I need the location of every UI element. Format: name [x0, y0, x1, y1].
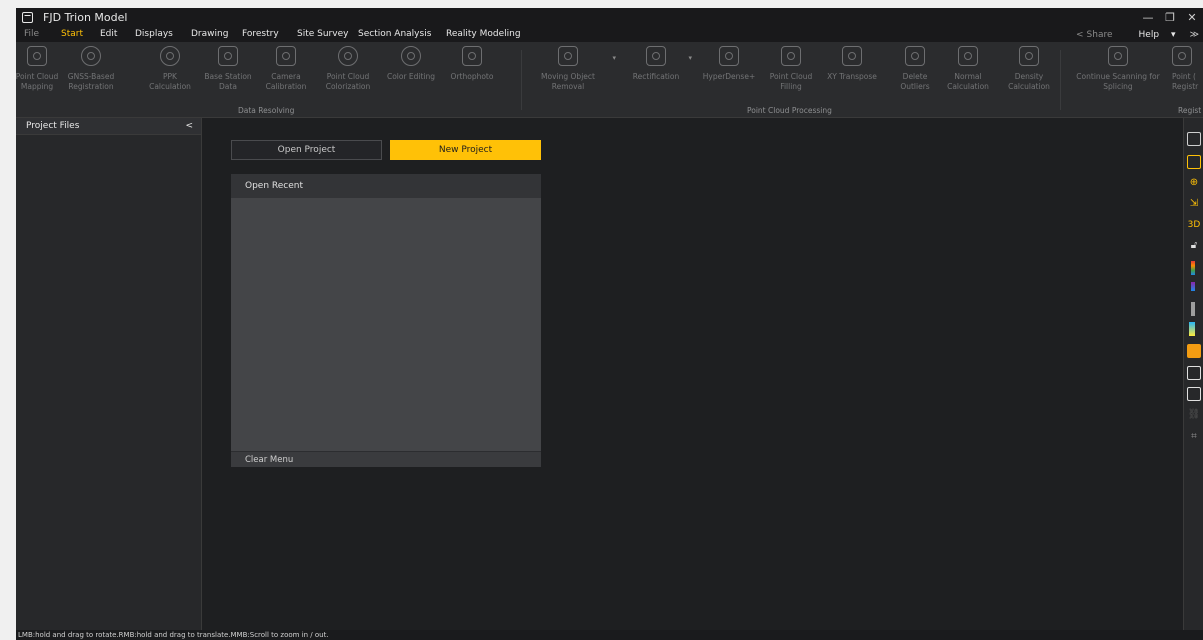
- collapse-ribbon-icon[interactable]: ≫: [1190, 30, 1199, 40]
- menu-bar: File Start Edit Displays Drawing Forestr…: [16, 27, 1203, 42]
- cube-solid-icon[interactable]: [1187, 344, 1201, 358]
- mapping-icon: [27, 46, 47, 66]
- group-point-cloud-processing: Point Cloud Processing: [747, 106, 832, 115]
- hyperdense-button[interactable]: HyperDense+: [701, 46, 757, 82]
- menu-file[interactable]: File: [24, 27, 39, 42]
- share-icon[interactable]: <: [1076, 30, 1084, 40]
- camera-calibration-button[interactable]: Camera Calibration: [258, 46, 314, 92]
- open-recent-panel: Open Recent Clear Menu: [231, 174, 541, 467]
- ppk-icon: [160, 46, 180, 66]
- project-files-panel: Project Files <: [16, 118, 202, 630]
- density-calculation-button[interactable]: Density Calculation: [1001, 46, 1057, 92]
- app-window: FJD Trion Model — ❐ ✕ File Start Edit Di…: [16, 8, 1203, 640]
- palette-icon: [338, 46, 358, 66]
- start-page: Open Project New Project Open Recent Cle…: [203, 118, 1183, 630]
- window-controls: — ❐ ✕: [1137, 8, 1203, 27]
- menu-start[interactable]: Start: [61, 27, 83, 42]
- target-icon: [646, 46, 666, 66]
- open-project-button[interactable]: Open Project: [231, 140, 382, 160]
- fit-view-icon[interactable]: [1187, 132, 1201, 146]
- density-icon: [1019, 46, 1039, 66]
- orthophoto-button[interactable]: Orthophoto: [444, 46, 500, 82]
- gnss-registration-button[interactable]: GNSS-Based Registration: [63, 46, 119, 92]
- point-cloud-filling-button[interactable]: Point Cloud Filling: [763, 46, 819, 92]
- group-registration: Regist: [1178, 106, 1202, 115]
- cube-split-icon[interactable]: [1187, 387, 1201, 401]
- view-box-icon[interactable]: [1187, 155, 1201, 169]
- rectification-button[interactable]: Rectification ▾: [628, 46, 692, 82]
- menu-drawing[interactable]: Drawing: [191, 27, 228, 42]
- help-menu[interactable]: Help: [1139, 30, 1160, 40]
- crop-icon[interactable]: ⌗: [1187, 430, 1201, 444]
- orthophoto-icon: [462, 46, 482, 66]
- dense-icon: [719, 46, 739, 66]
- menu-forestry[interactable]: Forestry: [242, 27, 279, 42]
- outliers-icon: [905, 46, 925, 66]
- xy-transpose-button[interactable]: XY Transpose: [824, 46, 880, 82]
- continue-scanning-button[interactable]: Continue Scanning for Splicing: [1074, 46, 1162, 92]
- right-toolbar: ⊕ ⇲ 3D 🔓︎ ⛓ ⌗: [1183, 118, 1203, 630]
- transpose-icon: [842, 46, 862, 66]
- intensity-icon[interactable]: [1191, 302, 1195, 316]
- splice-icon: [1108, 46, 1128, 66]
- cube-wire-icon[interactable]: [1187, 366, 1201, 380]
- minimize-button[interactable]: —: [1137, 8, 1159, 27]
- project-files-header: Project Files <: [16, 118, 201, 135]
- status-bar: LMB:hold and drag to rotate.RMB:hold and…: [16, 630, 1203, 640]
- time-color-icon[interactable]: [1189, 322, 1195, 336]
- delete-outliers-button[interactable]: Delete Outliers: [887, 46, 943, 92]
- normal-calculation-button[interactable]: Normal Calculation: [940, 46, 996, 92]
- help-dropdown-icon[interactable]: ▾: [1171, 30, 1176, 40]
- 3d-view-icon[interactable]: 3D: [1187, 218, 1201, 232]
- color-edit-icon: [401, 46, 421, 66]
- camera-icon: [276, 46, 296, 66]
- collapse-panel-icon[interactable]: <: [185, 121, 193, 131]
- gnss-icon: [81, 46, 101, 66]
- color-ramp-icon[interactable]: [1191, 261, 1195, 275]
- orbit-icon[interactable]: ⊕: [1187, 176, 1201, 190]
- close-button[interactable]: ✕: [1181, 8, 1203, 27]
- point-cloud-mapping-button[interactable]: Point Cloud Mapping: [16, 46, 65, 92]
- registration-icon: [1172, 46, 1192, 66]
- menu-edit[interactable]: Edit: [100, 27, 117, 42]
- base-station-data-button[interactable]: Base Station Data: [200, 46, 256, 92]
- ppk-calculation-button[interactable]: PPK Calculation: [142, 46, 198, 92]
- menu-displays[interactable]: Displays: [135, 27, 173, 42]
- color-ramp-b-icon[interactable]: [1191, 282, 1195, 291]
- ribbon-separator: [521, 50, 522, 110]
- share-button[interactable]: Share: [1087, 30, 1113, 40]
- panel-title: Project Files: [26, 121, 80, 131]
- title-bar: FJD Trion Model — ❐ ✕: [16, 8, 1203, 27]
- normal-icon: [958, 46, 978, 66]
- clear-menu-button[interactable]: Clear Menu: [231, 451, 541, 467]
- color-editing-button[interactable]: Color Editing: [383, 46, 439, 82]
- menubar-right: < Share Help ▾ ≫: [1076, 27, 1203, 42]
- dropdown-caret-icon[interactable]: ▾: [688, 54, 692, 62]
- open-recent-header: Open Recent: [231, 174, 541, 198]
- group-data-resolving: Data Resolving: [238, 106, 295, 115]
- axis-icon[interactable]: ⇲: [1187, 197, 1201, 211]
- ribbon-separator: [1060, 50, 1061, 110]
- app-logo-icon: [22, 12, 33, 23]
- menu-site-survey[interactable]: Site Survey: [297, 27, 348, 42]
- point-registration-button[interactable]: Point (Registr: [1172, 46, 1203, 92]
- new-project-button[interactable]: New Project: [390, 140, 541, 160]
- app-title: FJD Trion Model: [43, 11, 128, 24]
- lock-icon[interactable]: 🔓︎: [1187, 239, 1201, 253]
- point-cloud-colorization-button[interactable]: Point Cloud Colorization: [320, 46, 376, 92]
- restore-button[interactable]: ❐: [1159, 8, 1181, 27]
- filling-icon: [781, 46, 801, 66]
- brush-icon: [558, 46, 578, 66]
- menu-reality-modeling[interactable]: Reality Modeling: [446, 27, 521, 42]
- ribbon-toolbar: Point Cloud Mapping GNSS-Based Registratio…: [16, 42, 1203, 118]
- base-station-icon: [218, 46, 238, 66]
- link-icon[interactable]: ⛓: [1187, 408, 1201, 422]
- menu-section-analysis[interactable]: Section Analysis: [358, 27, 431, 42]
- recent-projects-list[interactable]: [231, 198, 541, 452]
- dropdown-caret-icon[interactable]: ▾: [612, 54, 616, 62]
- moving-object-removal-button[interactable]: Moving Object Removal ▾: [540, 46, 616, 92]
